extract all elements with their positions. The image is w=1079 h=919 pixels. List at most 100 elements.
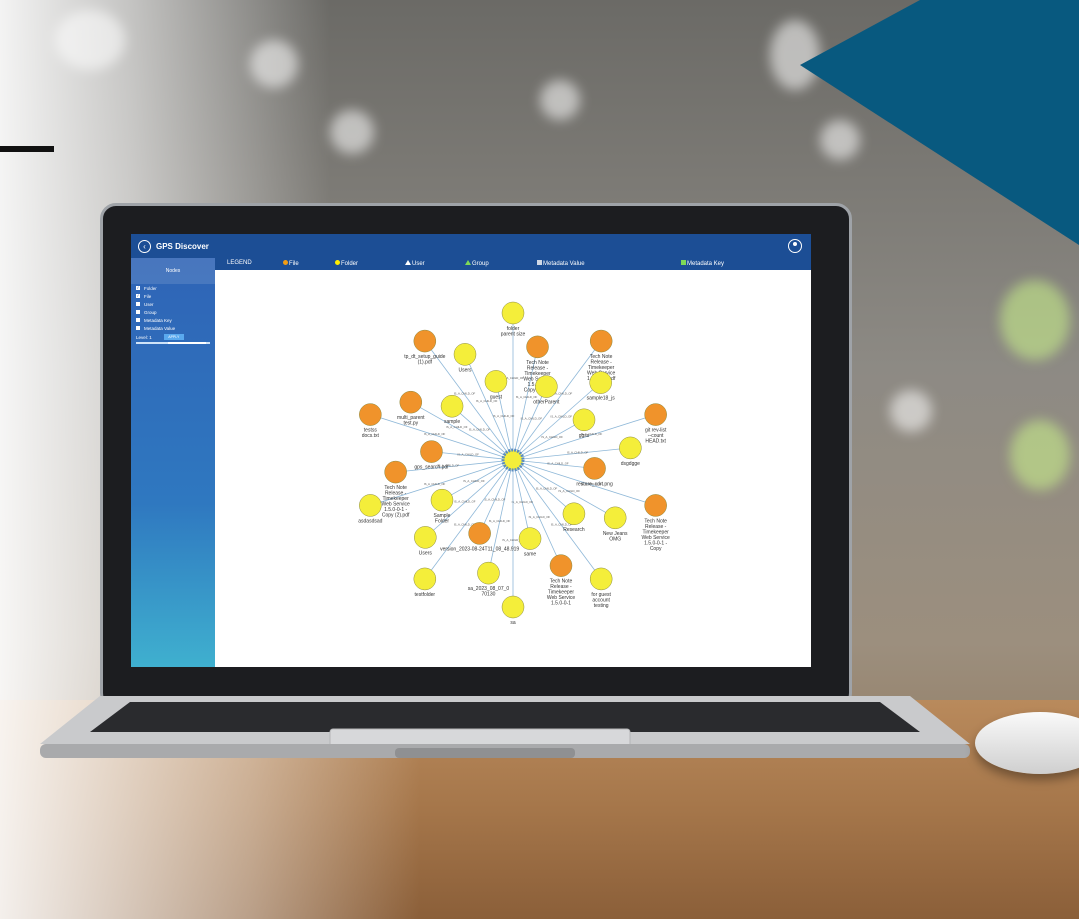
graph-node-label: same bbox=[524, 552, 536, 558]
legend-bar: LEGEND File Folder User Group Metadata Value… bbox=[215, 258, 811, 270]
graph-node-label: New Jeans OMG bbox=[603, 531, 628, 543]
network-graph[interactable]: IS_A_CHILD_OF IS_A_CHILD_OF IS_A_CHILD_OF I… bbox=[215, 270, 811, 667]
checkbox[interactable] bbox=[136, 310, 140, 314]
graph-center-node[interactable] bbox=[501, 448, 525, 472]
graph-node-label: asdasdsad bbox=[358, 518, 382, 524]
graph-node-label: Sample Folder bbox=[434, 513, 451, 525]
graph-node-label: Tech NoteRelease -TimekeeperWeb Service1… bbox=[382, 485, 410, 518]
node-filter-file[interactable]: ✓ File bbox=[131, 292, 215, 300]
graph-node-folder[interactable] bbox=[477, 561, 500, 585]
checkbox[interactable] bbox=[136, 326, 140, 330]
node-filter-folder[interactable]: ✓ Folder bbox=[131, 284, 215, 292]
checkbox[interactable] bbox=[136, 318, 140, 322]
edge-label: IS_A_CHILD_OF bbox=[536, 487, 558, 491]
graph-node-file[interactable] bbox=[589, 329, 613, 353]
graph-node-folder[interactable] bbox=[501, 301, 525, 325]
graph-node-folder[interactable] bbox=[619, 436, 642, 460]
edge-label: IS_A_CHILD_OF bbox=[516, 395, 538, 399]
graph-node-file[interactable] bbox=[359, 403, 382, 426]
graph-node-folder[interactable] bbox=[589, 567, 613, 591]
ceiling-light bbox=[770, 20, 820, 90]
graph-node-folder[interactable] bbox=[572, 408, 596, 432]
circle-icon bbox=[283, 260, 288, 265]
graph-node-folder[interactable] bbox=[535, 375, 558, 398]
legend-item-metadata-key: Metadata Key bbox=[681, 260, 724, 267]
node-filter-label: Folder bbox=[144, 285, 157, 291]
apply-button[interactable]: APPLY bbox=[163, 334, 184, 340]
graph-node-file[interactable] bbox=[526, 335, 549, 359]
edge-label: IS_A_CHILD_OF bbox=[493, 414, 515, 418]
node-filter-metadata-value[interactable]: Metadata Value bbox=[131, 324, 215, 332]
node-filter-label: Metadata Key bbox=[144, 317, 172, 323]
graph-node-file[interactable] bbox=[384, 460, 407, 484]
graph-node-label: sample18_js bbox=[587, 396, 616, 402]
checkbox[interactable]: ✓ bbox=[136, 294, 140, 298]
graph-node-label: ggss bbox=[579, 433, 590, 439]
graph-node-label: Tech NoteRelease -TimekeeperWeb Service1… bbox=[547, 579, 575, 607]
ceiling-light bbox=[1010, 420, 1070, 490]
graph-node-file[interactable] bbox=[644, 494, 667, 517]
ceiling-light bbox=[330, 110, 374, 154]
graph-node-folder[interactable] bbox=[413, 567, 437, 591]
graph-node-label: multi_parent test.py bbox=[397, 415, 425, 427]
node-filter-metadata-key[interactable]: Metadata Key bbox=[131, 316, 215, 324]
graph-node-folder[interactable] bbox=[484, 370, 508, 393]
legend-item-metadata-value: Metadata Value bbox=[537, 260, 585, 267]
checkbox[interactable] bbox=[136, 302, 140, 306]
laptop-base bbox=[40, 696, 970, 758]
graph-node-folder[interactable] bbox=[414, 526, 437, 549]
level-slider[interactable] bbox=[136, 342, 210, 344]
graph-node-folder[interactable] bbox=[603, 506, 627, 530]
graph-node-file[interactable] bbox=[583, 457, 606, 480]
app-title: GPS Discover bbox=[156, 241, 209, 251]
graph-node-label: Research bbox=[563, 527, 585, 533]
graph-node-file[interactable] bbox=[399, 390, 423, 414]
legend-item-file: File bbox=[283, 260, 299, 267]
graph-node-label: Users bbox=[458, 367, 472, 373]
graph-node-folder[interactable] bbox=[453, 343, 477, 366]
graph-node-label: otherParent bbox=[533, 400, 560, 406]
edge-label: IS_A_CHILD_OF bbox=[529, 515, 551, 519]
app-window: ‹ GPS Discover Nodes ✓ Folder ✓ File User Gro… bbox=[131, 234, 811, 667]
edge-label: IS_A_CHILD_OF bbox=[567, 450, 589, 454]
decorative-dash bbox=[0, 146, 54, 152]
ceiling-light bbox=[540, 80, 580, 120]
node-filter-label: Metadata Value bbox=[144, 325, 176, 331]
graph-node-folder[interactable] bbox=[589, 371, 612, 394]
checkbox[interactable]: ✓ bbox=[136, 286, 140, 290]
node-filter-label: Group bbox=[144, 309, 157, 315]
node-filter-group[interactable]: Group bbox=[131, 308, 215, 316]
node-filter-label: User bbox=[144, 301, 154, 307]
graph-node-file[interactable] bbox=[549, 554, 573, 577]
node-filter-user[interactable]: User bbox=[131, 300, 215, 308]
sidebar-header: Nodes bbox=[131, 258, 215, 284]
graph-node-file[interactable] bbox=[413, 329, 437, 353]
graph-node-label: testss docs.txt bbox=[362, 428, 380, 440]
graph-node-file[interactable] bbox=[644, 403, 667, 426]
graph-node-folder[interactable] bbox=[440, 394, 464, 418]
graph-node-folder[interactable] bbox=[518, 527, 542, 550]
graph-node-label: dsgdgge bbox=[621, 461, 640, 467]
back-arrow-icon[interactable]: ‹ bbox=[138, 239, 151, 253]
graph-node-folder[interactable] bbox=[430, 488, 454, 512]
level-label: Level: 1 bbox=[136, 334, 152, 340]
edge-label: IS_A_CHILD_OF bbox=[454, 392, 476, 396]
graph-node-label: git rev-list --count HEAD.txt bbox=[645, 428, 667, 445]
graph-node-label: sample bbox=[444, 419, 460, 425]
graph-node-file[interactable] bbox=[468, 522, 491, 545]
graph-node-label: Users bbox=[419, 550, 433, 556]
edge-label: IS_A_CHILD_OF bbox=[454, 500, 476, 504]
edge-label: IS_A_CHILD_OF bbox=[489, 519, 511, 523]
title-bar: ‹ GPS Discover bbox=[131, 234, 811, 258]
graph-node-file[interactable] bbox=[420, 440, 443, 463]
user-profile-icon[interactable] bbox=[788, 239, 802, 253]
graph-node-folder[interactable] bbox=[562, 502, 586, 526]
graph-node-folder[interactable] bbox=[359, 494, 382, 517]
graph-node-label: gps_search.pdf bbox=[414, 465, 449, 471]
triangle-icon bbox=[405, 260, 411, 265]
graph-node-label: testfolder bbox=[415, 592, 436, 598]
circle-icon bbox=[335, 260, 340, 265]
graph-node-folder[interactable] bbox=[501, 595, 525, 619]
edge-label: IS_A_CHILD_OF bbox=[424, 482, 446, 486]
edge-label: IS_A_CHILD_OF bbox=[446, 425, 468, 429]
